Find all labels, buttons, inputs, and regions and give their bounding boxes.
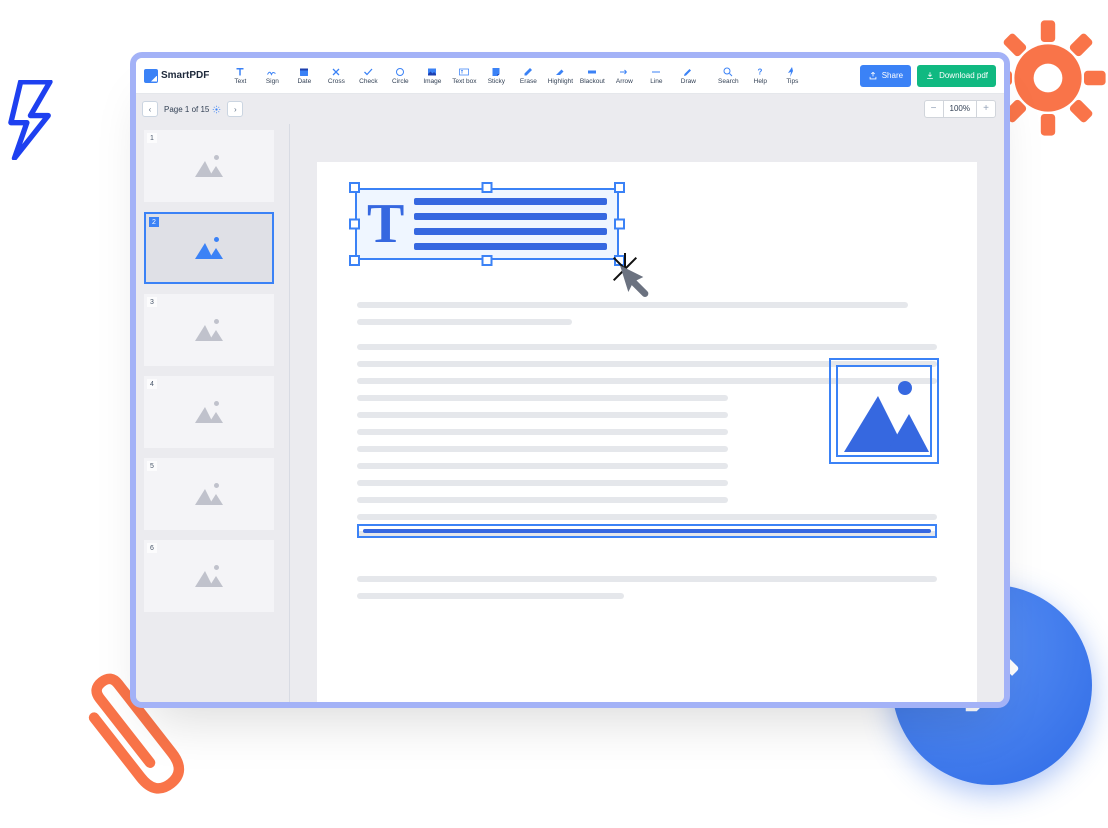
- resize-handle[interactable]: [614, 255, 625, 266]
- resize-handle[interactable]: [614, 219, 625, 230]
- cursor-icon: [615, 262, 655, 302]
- mountain-icon: [195, 483, 223, 505]
- logo-icon: [144, 69, 158, 83]
- cross-icon: [330, 66, 342, 78]
- sticky-icon: [490, 66, 502, 78]
- image-icon: [426, 66, 438, 78]
- tool-textbox[interactable]: Text box: [449, 61, 479, 91]
- search-icon: [722, 66, 734, 78]
- text-lines-icon: [414, 198, 607, 250]
- mountain-icon: [195, 565, 223, 587]
- tool-arrow[interactable]: Arrow: [609, 61, 639, 91]
- document-page[interactable]: T: [317, 162, 977, 702]
- resize-handle[interactable]: [349, 255, 360, 266]
- zoom-value: 100%: [943, 101, 977, 117]
- zoom-out-button[interactable]: −: [925, 101, 943, 117]
- resize-handle[interactable]: [482, 255, 493, 266]
- mountain-icon: [195, 237, 223, 259]
- check-icon: [362, 66, 374, 78]
- highlight-icon: [554, 66, 566, 78]
- share-icon: [868, 71, 878, 81]
- download-button[interactable]: Download pdf: [917, 65, 996, 87]
- tool-date[interactable]: Date: [289, 61, 319, 91]
- textbox-icon: [458, 66, 470, 78]
- mountain-icon: [195, 155, 223, 177]
- tool-check[interactable]: Check: [353, 61, 383, 91]
- page-number: 3: [147, 297, 157, 307]
- gear-icon[interactable]: [212, 105, 221, 114]
- tool-blackout[interactable]: Blackout: [577, 61, 607, 91]
- arrow-icon: [618, 66, 630, 78]
- tool-text[interactable]: Text: [225, 61, 255, 91]
- tool-cross[interactable]: Cross: [321, 61, 351, 91]
- tips-icon: [786, 66, 798, 78]
- line-icon: [650, 66, 662, 78]
- tool-help[interactable]: ? Help: [745, 61, 775, 91]
- tool-highlight[interactable]: Highlight: [545, 61, 575, 91]
- toolbar: SmartPDF Text Sign Date Cross Check Circ…: [136, 58, 1004, 94]
- thumbnail[interactable]: 5: [144, 458, 274, 530]
- mountain-icon: [195, 319, 223, 341]
- app-window: SmartPDF Text Sign Date Cross Check Circ…: [130, 52, 1010, 708]
- thumbnail[interactable]: 1: [144, 130, 274, 202]
- erase-icon: [522, 66, 534, 78]
- share-button[interactable]: Share: [860, 65, 911, 87]
- page-canvas[interactable]: T: [290, 124, 1004, 702]
- tool-image[interactable]: Image: [417, 61, 447, 91]
- download-label: Download pdf: [939, 71, 988, 80]
- tool-search[interactable]: Search: [713, 61, 743, 91]
- zoom-control: − 100% +: [924, 100, 996, 118]
- brand-name: SmartPDF: [161, 70, 209, 81]
- brand: SmartPDF: [144, 69, 223, 83]
- svg-text:?: ?: [758, 67, 763, 76]
- help-icon: ?: [754, 66, 766, 78]
- page-number: 6: [147, 543, 157, 553]
- thumbnail[interactable]: 2: [144, 212, 274, 284]
- draw-icon: [682, 66, 694, 78]
- resize-handle[interactable]: [614, 182, 625, 193]
- tool-erase[interactable]: Erase: [513, 61, 543, 91]
- text-selection-box[interactable]: T: [347, 180, 627, 268]
- mountain-icon: [195, 401, 223, 423]
- calendar-icon: [298, 66, 310, 78]
- tool-sticky[interactable]: Sticky: [481, 61, 511, 91]
- resize-handle[interactable]: [349, 182, 360, 193]
- thumbnail[interactable]: 6: [144, 540, 274, 612]
- tool-tips[interactable]: Tips: [777, 61, 807, 91]
- subbar: ‹ Page 1 of 15 › − 100% +: [136, 94, 1004, 124]
- text-icon: [234, 66, 246, 78]
- tool-circle[interactable]: Circle: [385, 61, 415, 91]
- thumbnail[interactable]: 4: [144, 376, 274, 448]
- download-icon: [925, 71, 935, 81]
- page-indicator: Page 1 of 15: [164, 105, 221, 114]
- next-page-button[interactable]: ›: [227, 101, 243, 117]
- lightning-decoration-icon: [6, 80, 62, 160]
- prev-page-button[interactable]: ‹: [142, 101, 158, 117]
- text-glyph-icon: T: [367, 196, 404, 252]
- signature-icon: [266, 66, 278, 78]
- tool-line[interactable]: Line: [641, 61, 671, 91]
- page-number: 4: [147, 379, 157, 389]
- highlighted-line[interactable]: [357, 524, 937, 538]
- thumbnail-sidebar: 1 2 3 4 5 6: [136, 124, 290, 702]
- page-number: 1: [147, 133, 157, 143]
- resize-handle[interactable]: [482, 182, 493, 193]
- image-block[interactable]: [829, 358, 939, 464]
- circle-icon: [394, 66, 406, 78]
- page-number: 2: [149, 217, 159, 227]
- tool-sign[interactable]: Sign: [257, 61, 287, 91]
- tool-draw[interactable]: Draw: [673, 61, 703, 91]
- page-number: 5: [147, 461, 157, 471]
- image-placeholder-icon: [836, 365, 932, 457]
- thumbnail[interactable]: 3: [144, 294, 274, 366]
- resize-handle[interactable]: [349, 219, 360, 230]
- blackout-icon: [586, 66, 598, 78]
- zoom-in-button[interactable]: +: [977, 101, 995, 117]
- share-label: Share: [882, 71, 903, 80]
